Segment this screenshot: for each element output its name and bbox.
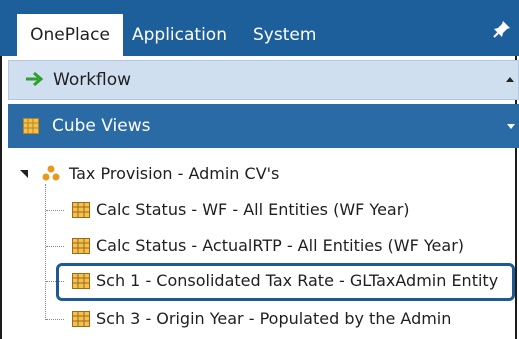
tree-item-label: Sch 1 - Consolidated Tax Rate - GLTaxAdm… [96, 271, 499, 290]
workflow-header[interactable]: Workflow [8, 60, 519, 100]
tab-bar: OnePlace Application System [0, 0, 519, 56]
tab-oneplace[interactable]: OnePlace [17, 14, 123, 56]
expand-caret-icon[interactable] [507, 124, 515, 129]
tab-application[interactable]: Application [122, 14, 237, 56]
workflow-label: Workflow [53, 70, 132, 90]
collapse-expander-icon[interactable] [20, 170, 28, 178]
cube-view-grid-icon [72, 238, 90, 254]
tree-item-label: Calc Status - ActualRTP - All Entities (… [96, 236, 465, 255]
pin-icon[interactable] [493, 20, 511, 38]
tree-connector [46, 319, 64, 320]
green-arrow-icon [26, 71, 43, 87]
grid-table-icon [23, 118, 39, 134]
tree-item-label: Calc Status - WF - All Entities (WF Year… [96, 200, 410, 219]
cube-hierarchy-icon [42, 165, 60, 181]
cube-view-grid-icon [72, 311, 90, 327]
tree-connector-line [45, 184, 46, 320]
tree-item-label: Sch 3 - Origin Year - Populated by the A… [96, 309, 452, 328]
tree-connector [46, 210, 64, 211]
cube-views-tree: Tax Provision - Admin CV's Calc Status -… [0, 150, 519, 339]
tree-root-label: Tax Provision - Admin CV's [69, 164, 280, 183]
tab-system[interactable]: System [243, 14, 326, 56]
tree-connector [46, 246, 64, 247]
cube-view-grid-icon [72, 202, 90, 218]
cube-view-grid-icon [72, 273, 90, 289]
cube-views-header[interactable]: Cube Views [8, 104, 519, 148]
cube-views-label: Cube Views [52, 116, 151, 136]
collapse-caret-icon[interactable] [506, 77, 514, 82]
